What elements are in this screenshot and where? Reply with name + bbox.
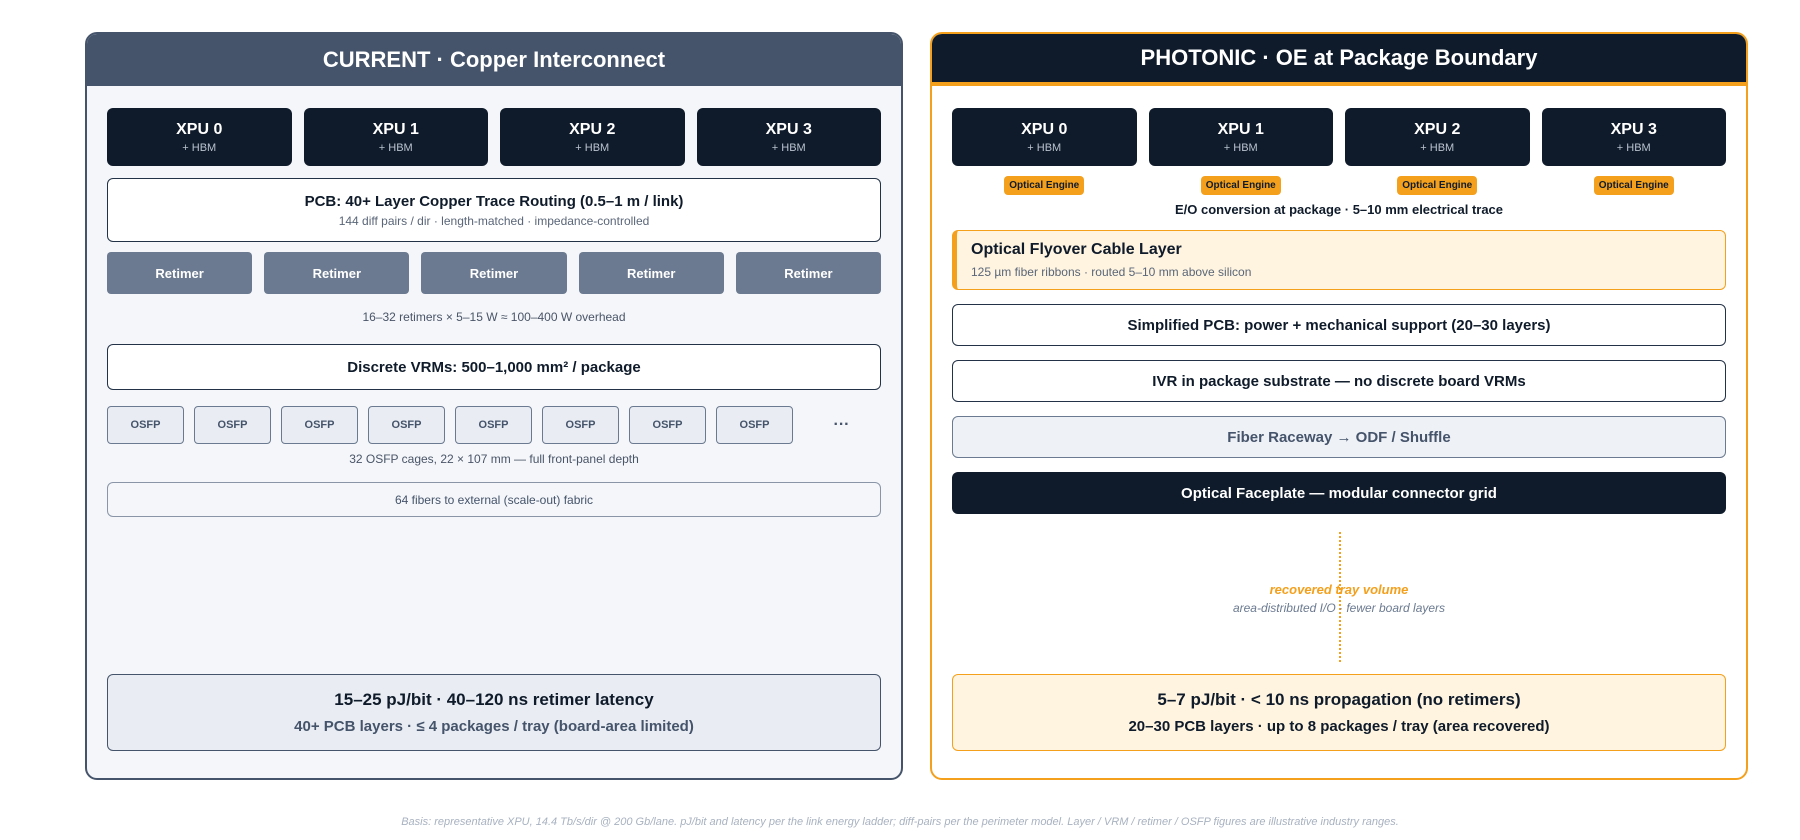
osfp-cage: OSFP [629, 406, 706, 444]
osfp-cage: OSFP [107, 406, 184, 444]
optical-faceplate-box: Optical Faceplate — modular connector gr… [952, 472, 1726, 514]
osfp-cage: OSFP [542, 406, 619, 444]
osfp-more-ellipsis: ··· [833, 416, 850, 433]
photonic-summary-sub: 20–30 PCB layers · up to 8 packages / tr… [1128, 718, 1550, 735]
retimer-row: Retimer Retimer Retimer Retimer Retimer [107, 252, 882, 294]
xpu-name: XPU 3 [1610, 120, 1657, 138]
osfp-cage: OSFP [281, 406, 358, 444]
copper-panel: CURRENT · Copper Interconnect XPU 0 + HBM… [85, 32, 903, 780]
vrm-label: Discrete VRMs: 500–1,000 mm² / package [347, 358, 641, 376]
recovered-volume-title: recovered tray volume [1269, 582, 1409, 597]
xpu-name: XPU 0 [176, 120, 223, 138]
xpu-block: XPU 3 + HBM [1541, 108, 1726, 166]
flyover-title: Optical Flyover Cable Layer [971, 241, 1182, 258]
xpu-sub: + HBM [1616, 141, 1651, 154]
simplified-pcb-box: Simplified PCB: power + mechanical suppo… [952, 304, 1726, 346]
retimer-caption: 16–32 retimers × 5–15 W ≈ 100–400 W over… [362, 310, 626, 324]
flyover-cable-layer: Optical Flyover Cable Layer 125 µm fiber… [952, 230, 1726, 290]
pcb-routing-title: PCB: 40+ Layer Copper Trace Routing (0.5… [304, 192, 684, 210]
flyover-sub: 125 µm fiber ribbons · routed 5–10 mm ab… [971, 265, 1252, 279]
retimer-block: Retimer [264, 252, 410, 294]
osfp-cage: OSFP [194, 406, 271, 444]
osfp-caption: 32 OSFP cages, 22 × 107 mm — full front-… [349, 452, 639, 466]
optical-engine-badge: Optical Engine [1200, 176, 1281, 195]
osfp-cage: OSFP [455, 406, 532, 444]
basis-footnote: Basis: representative XPU, 14.4 Tb/s/dir… [401, 816, 1399, 828]
optical-engine-badge: Optical Engine [1004, 176, 1085, 195]
eo-caption: E/O conversion at package · 5–10 mm elec… [1174, 202, 1504, 217]
xpu-sub: + HBM [771, 141, 806, 154]
xpu-name: XPU 2 [1414, 120, 1461, 138]
osfp-cage: OSFP [368, 406, 445, 444]
xpu-sub: + HBM [378, 141, 413, 154]
photonic-panel: PHOTONIC · OE at Package Boundary XPU 0 +… [930, 32, 1748, 780]
xpu-block: XPU 2 + HBM [1345, 108, 1530, 166]
fibers-box: 64 fibers to external (scale-out) fabric [107, 482, 881, 517]
retimer-block: Retimer [578, 252, 724, 294]
xpu-sub: + HBM [182, 141, 217, 154]
xpu-name: XPU 2 [569, 120, 616, 138]
recovered-volume-dotted-line [1339, 532, 1341, 662]
optical-engine-badge: Optical Engine [1593, 176, 1674, 195]
xpu-block: XPU 3 + HBM [696, 108, 881, 166]
photonic-xpu-row: XPU 0 + HBM XPU 1 + HBM XPU 2 + HBM XPU 3 + … [952, 108, 1726, 166]
xpu-name: XPU 1 [1217, 120, 1264, 138]
copper-summary-main: 15–25 pJ/bit · 40–120 ns retimer latency [334, 690, 654, 709]
recovered-volume-sub: area-distributed I/O · fewer board layer… [1232, 601, 1446, 615]
optical-engine-badge: Optical Engine [1397, 176, 1478, 195]
retimer-block: Retimer [421, 252, 567, 294]
retimer-block: Retimer [107, 252, 253, 294]
xpu-sub: + HBM [1027, 141, 1062, 154]
xpu-sub: + HBM [575, 141, 610, 154]
copper-xpu-row: XPU 0 + HBM XPU 1 + HBM XPU 2 + HBM XPU 3 + … [107, 108, 881, 166]
photonic-panel-title: PHOTONIC · OE at Package Boundary [932, 34, 1746, 86]
copper-summary-sub: 40+ PCB layers · ≤ 4 packages / tray (bo… [294, 718, 694, 735]
xpu-block: XPU 1 + HBM [303, 108, 488, 166]
xpu-block: XPU 1 + HBM [1148, 108, 1333, 166]
xpu-name: XPU 0 [1021, 120, 1068, 138]
xpu-name: XPU 1 [372, 120, 419, 138]
pcb-routing-sub: 144 diff pairs / dir · length-matched · … [338, 213, 650, 228]
fiber-raceway-box: Fiber Raceway → ODF / Shuffle [952, 416, 1726, 458]
ivr-box: IVR in package substrate — no discrete b… [952, 360, 1726, 402]
retimer-block: Retimer [735, 252, 882, 294]
copper-panel-title: CURRENT · Copper Interconnect [87, 34, 901, 86]
xpu-sub: + HBM [1223, 141, 1258, 154]
xpu-block: XPU 0 + HBM [107, 108, 292, 166]
pcb-routing-box: PCB: 40+ Layer Copper Trace Routing (0.5… [107, 178, 881, 242]
osfp-row: OSFP OSFP OSFP OSFP OSFP OSFP OSFP OSFP … [107, 406, 881, 444]
copper-summary: 15–25 pJ/bit · 40–120 ns retimer latency… [107, 674, 881, 751]
simplified-pcb-label: Simplified PCB: power + mechanical suppo… [1127, 316, 1551, 334]
ivr-label: IVR in package substrate — no discrete b… [1152, 372, 1526, 390]
osfp-cage: OSFP [716, 406, 793, 444]
xpu-name: XPU 3 [765, 120, 812, 138]
xpu-sub: + HBM [1420, 141, 1455, 154]
photonic-summary-main: 5–7 pJ/bit · < 10 ns propagation (no ret… [1157, 690, 1521, 709]
optical-engine-row: Optical Engine Optical Engine Optical En… [952, 176, 1726, 195]
xpu-block: XPU 0 + HBM [952, 108, 1137, 166]
xpu-block: XPU 2 + HBM [500, 108, 685, 166]
photonic-summary: 5–7 pJ/bit · < 10 ns propagation (no ret… [952, 674, 1726, 751]
vrm-box: Discrete VRMs: 500–1,000 mm² / package [107, 344, 881, 390]
